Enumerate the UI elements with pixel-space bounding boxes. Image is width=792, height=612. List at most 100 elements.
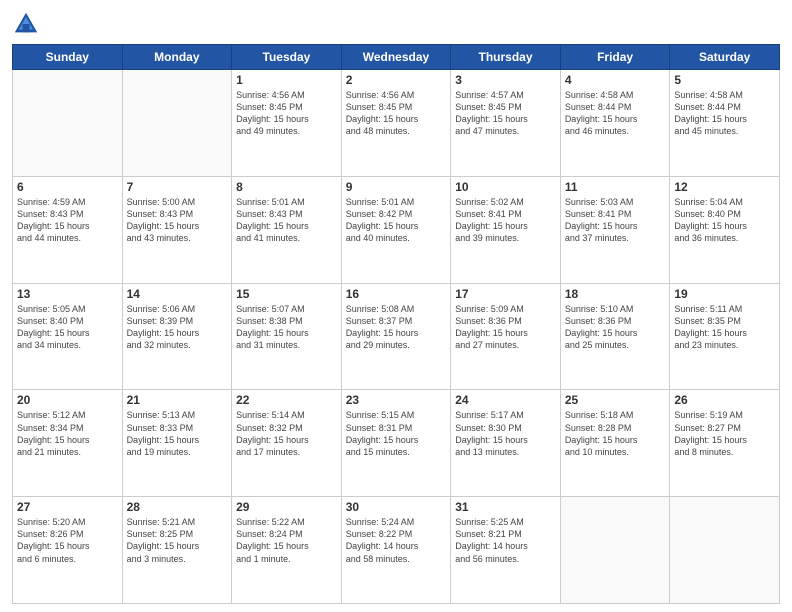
weekday-header-sunday: Sunday bbox=[13, 45, 123, 70]
calendar-body: 1 Sunrise: 4:56 AM Sunset: 8:45 PM Daylig… bbox=[13, 70, 780, 604]
day-number: 16 bbox=[346, 287, 447, 301]
day-number: 9 bbox=[346, 180, 447, 194]
weekday-header-tuesday: Tuesday bbox=[232, 45, 342, 70]
weekday-header-friday: Friday bbox=[560, 45, 670, 70]
day-info: Sunrise: 5:03 AM Sunset: 8:41 PM Dayligh… bbox=[565, 196, 666, 245]
day-number: 20 bbox=[17, 393, 118, 407]
page: SundayMondayTuesdayWednesdayThursdayFrid… bbox=[0, 0, 792, 612]
calendar-cell: 5 Sunrise: 4:58 AM Sunset: 8:44 PM Daylig… bbox=[670, 70, 780, 177]
calendar-cell: 12 Sunrise: 5:04 AM Sunset: 8:40 PM Dayli… bbox=[670, 176, 780, 283]
day-number: 10 bbox=[455, 180, 556, 194]
day-number: 26 bbox=[674, 393, 775, 407]
day-number: 28 bbox=[127, 500, 228, 514]
calendar-cell: 10 Sunrise: 5:02 AM Sunset: 8:41 PM Dayli… bbox=[451, 176, 561, 283]
day-info: Sunrise: 5:12 AM Sunset: 8:34 PM Dayligh… bbox=[17, 409, 118, 458]
weekday-header-wednesday: Wednesday bbox=[341, 45, 451, 70]
calendar-cell: 13 Sunrise: 5:05 AM Sunset: 8:40 PM Dayli… bbox=[13, 283, 123, 390]
day-info: Sunrise: 5:01 AM Sunset: 8:43 PM Dayligh… bbox=[236, 196, 337, 245]
calendar-cell bbox=[13, 70, 123, 177]
calendar-cell: 20 Sunrise: 5:12 AM Sunset: 8:34 PM Dayli… bbox=[13, 390, 123, 497]
day-number: 17 bbox=[455, 287, 556, 301]
calendar-cell bbox=[670, 497, 780, 604]
day-info: Sunrise: 4:56 AM Sunset: 8:45 PM Dayligh… bbox=[236, 89, 337, 138]
calendar-cell: 18 Sunrise: 5:10 AM Sunset: 8:36 PM Dayli… bbox=[560, 283, 670, 390]
day-number: 15 bbox=[236, 287, 337, 301]
day-info: Sunrise: 5:15 AM Sunset: 8:31 PM Dayligh… bbox=[346, 409, 447, 458]
day-info: Sunrise: 5:13 AM Sunset: 8:33 PM Dayligh… bbox=[127, 409, 228, 458]
calendar-week-4: 20 Sunrise: 5:12 AM Sunset: 8:34 PM Dayli… bbox=[13, 390, 780, 497]
calendar-cell bbox=[560, 497, 670, 604]
day-info: Sunrise: 5:20 AM Sunset: 8:26 PM Dayligh… bbox=[17, 516, 118, 565]
day-number: 11 bbox=[565, 180, 666, 194]
calendar-cell: 4 Sunrise: 4:58 AM Sunset: 8:44 PM Daylig… bbox=[560, 70, 670, 177]
day-number: 13 bbox=[17, 287, 118, 301]
weekday-header-monday: Monday bbox=[122, 45, 232, 70]
day-info: Sunrise: 5:04 AM Sunset: 8:40 PM Dayligh… bbox=[674, 196, 775, 245]
day-number: 14 bbox=[127, 287, 228, 301]
calendar-cell: 7Sunrise: 5:00 AM Sunset: 8:43 PM Daylig… bbox=[122, 176, 232, 283]
day-info: Sunrise: 5:24 AM Sunset: 8:22 PM Dayligh… bbox=[346, 516, 447, 565]
calendar-table: SundayMondayTuesdayWednesdayThursdayFrid… bbox=[12, 44, 780, 604]
calendar-cell bbox=[122, 70, 232, 177]
day-info: Sunrise: 4:58 AM Sunset: 8:44 PM Dayligh… bbox=[565, 89, 666, 138]
calendar-cell: 31Sunrise: 5:25 AM Sunset: 8:21 PM Dayli… bbox=[451, 497, 561, 604]
day-info: Sunrise: 5:09 AM Sunset: 8:36 PM Dayligh… bbox=[455, 303, 556, 352]
day-number: 29 bbox=[236, 500, 337, 514]
day-info: Sunrise: 4:59 AM Sunset: 8:43 PM Dayligh… bbox=[17, 196, 118, 245]
logo-icon bbox=[12, 10, 40, 38]
day-info: Sunrise: 4:56 AM Sunset: 8:45 PM Dayligh… bbox=[346, 89, 447, 138]
day-info: Sunrise: 5:02 AM Sunset: 8:41 PM Dayligh… bbox=[455, 196, 556, 245]
day-info: Sunrise: 5:01 AM Sunset: 8:42 PM Dayligh… bbox=[346, 196, 447, 245]
header bbox=[12, 10, 780, 38]
day-number: 23 bbox=[346, 393, 447, 407]
day-number: 6 bbox=[17, 180, 118, 194]
day-info: Sunrise: 4:58 AM Sunset: 8:44 PM Dayligh… bbox=[674, 89, 775, 138]
calendar-cell: 27Sunrise: 5:20 AM Sunset: 8:26 PM Dayli… bbox=[13, 497, 123, 604]
day-number: 1 bbox=[236, 73, 337, 87]
calendar-week-3: 13 Sunrise: 5:05 AM Sunset: 8:40 PM Dayli… bbox=[13, 283, 780, 390]
calendar-week-1: 1 Sunrise: 4:56 AM Sunset: 8:45 PM Daylig… bbox=[13, 70, 780, 177]
weekday-header-thursday: Thursday bbox=[451, 45, 561, 70]
calendar-cell: 9 Sunrise: 5:01 AM Sunset: 8:42 PM Daylig… bbox=[341, 176, 451, 283]
day-number: 24 bbox=[455, 393, 556, 407]
calendar-cell: 16 Sunrise: 5:08 AM Sunset: 8:37 PM Dayli… bbox=[341, 283, 451, 390]
calendar-cell: 6 Sunrise: 4:59 AM Sunset: 8:43 PM Daylig… bbox=[13, 176, 123, 283]
calendar-cell: 29 Sunrise: 5:22 AM Sunset: 8:24 PM Dayli… bbox=[232, 497, 342, 604]
day-number: 25 bbox=[565, 393, 666, 407]
day-info: Sunrise: 4:57 AM Sunset: 8:45 PM Dayligh… bbox=[455, 89, 556, 138]
calendar-cell: 15 Sunrise: 5:07 AM Sunset: 8:38 PM Dayli… bbox=[232, 283, 342, 390]
calendar-cell: 25 Sunrise: 5:18 AM Sunset: 8:28 PM Dayli… bbox=[560, 390, 670, 497]
day-number: 22 bbox=[236, 393, 337, 407]
day-number: 30 bbox=[346, 500, 447, 514]
day-info: Sunrise: 5:21 AM Sunset: 8:25 PM Dayligh… bbox=[127, 516, 228, 565]
calendar-cell: 24 Sunrise: 5:17 AM Sunset: 8:30 PM Dayli… bbox=[451, 390, 561, 497]
day-info: Sunrise: 5:10 AM Sunset: 8:36 PM Dayligh… bbox=[565, 303, 666, 352]
calendar-cell: 3Sunrise: 4:57 AM Sunset: 8:45 PM Daylig… bbox=[451, 70, 561, 177]
logo bbox=[12, 10, 42, 38]
day-info: Sunrise: 5:14 AM Sunset: 8:32 PM Dayligh… bbox=[236, 409, 337, 458]
day-number: 19 bbox=[674, 287, 775, 301]
day-info: Sunrise: 5:22 AM Sunset: 8:24 PM Dayligh… bbox=[236, 516, 337, 565]
day-number: 18 bbox=[565, 287, 666, 301]
day-number: 12 bbox=[674, 180, 775, 194]
day-info: Sunrise: 5:05 AM Sunset: 8:40 PM Dayligh… bbox=[17, 303, 118, 352]
calendar-cell: 21Sunrise: 5:13 AM Sunset: 8:33 PM Dayli… bbox=[122, 390, 232, 497]
weekday-header-saturday: Saturday bbox=[670, 45, 780, 70]
day-info: Sunrise: 5:06 AM Sunset: 8:39 PM Dayligh… bbox=[127, 303, 228, 352]
day-info: Sunrise: 5:08 AM Sunset: 8:37 PM Dayligh… bbox=[346, 303, 447, 352]
calendar-cell: 19 Sunrise: 5:11 AM Sunset: 8:35 PM Dayli… bbox=[670, 283, 780, 390]
day-number: 31 bbox=[455, 500, 556, 514]
day-number: 5 bbox=[674, 73, 775, 87]
calendar-cell: 14 Sunrise: 5:06 AM Sunset: 8:39 PM Dayli… bbox=[122, 283, 232, 390]
calendar-cell: 17 Sunrise: 5:09 AM Sunset: 8:36 PM Dayli… bbox=[451, 283, 561, 390]
calendar-cell: 28 Sunrise: 5:21 AM Sunset: 8:25 PM Dayli… bbox=[122, 497, 232, 604]
day-info: Sunrise: 5:07 AM Sunset: 8:38 PM Dayligh… bbox=[236, 303, 337, 352]
day-info: Sunrise: 5:17 AM Sunset: 8:30 PM Dayligh… bbox=[455, 409, 556, 458]
day-number: 4 bbox=[565, 73, 666, 87]
calendar-cell: 11 Sunrise: 5:03 AM Sunset: 8:41 PM Dayli… bbox=[560, 176, 670, 283]
day-info: Sunrise: 5:00 AM Sunset: 8:43 PM Dayligh… bbox=[127, 196, 228, 245]
day-number: 8 bbox=[236, 180, 337, 194]
weekday-header-row: SundayMondayTuesdayWednesdayThursdayFrid… bbox=[13, 45, 780, 70]
day-info: Sunrise: 5:11 AM Sunset: 8:35 PM Dayligh… bbox=[674, 303, 775, 352]
day-info: Sunrise: 5:18 AM Sunset: 8:28 PM Dayligh… bbox=[565, 409, 666, 458]
